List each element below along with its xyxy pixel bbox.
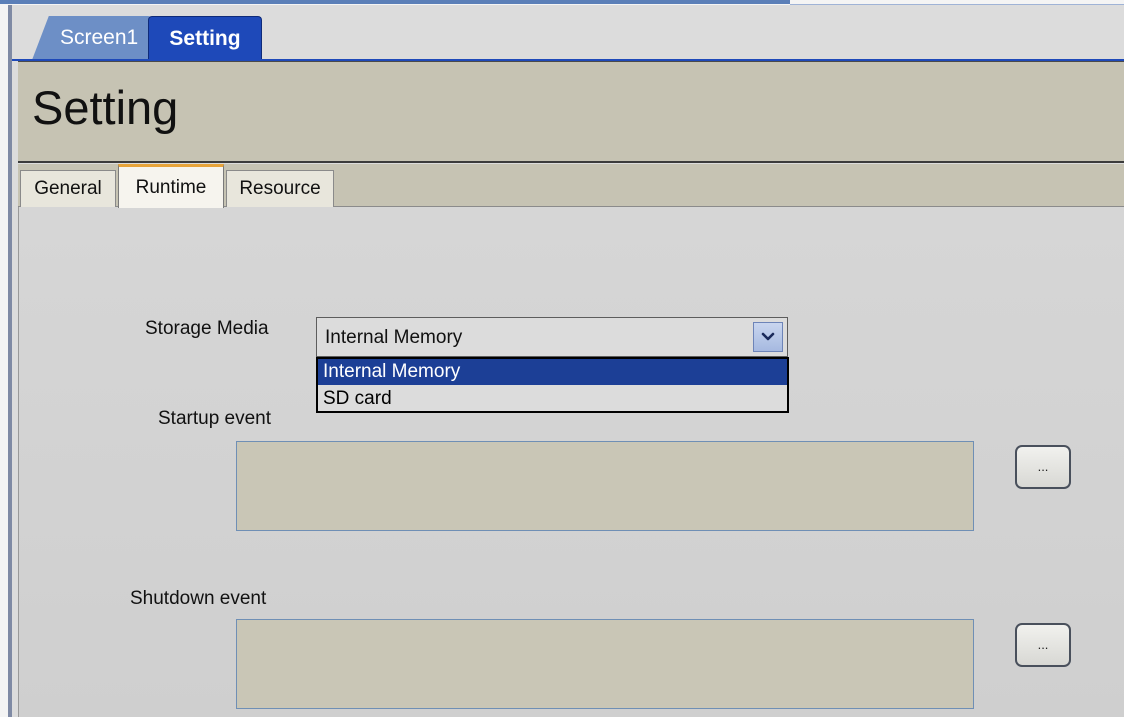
shutdown-event-field[interactable] <box>236 619 974 709</box>
startup-event-label: Startup event <box>158 408 272 429</box>
storage-media-label: Storage Media <box>145 318 269 339</box>
tab-runtime[interactable]: Runtime <box>118 164 224 208</box>
tab-resource[interactable]: Resource <box>226 170 334 207</box>
editor-frame-left-edge <box>8 5 12 717</box>
window-top-border <box>0 0 790 4</box>
tab-screen1[interactable]: Screen1 <box>32 16 152 60</box>
startup-event-field[interactable] <box>236 441 974 531</box>
shutdown-event-browse-button[interactable]: ... <box>1015 623 1071 667</box>
shutdown-event-label: Shutdown event <box>130 588 267 609</box>
storage-media-options: Internal Memory SD card <box>316 357 789 413</box>
storage-media-value: Internal Memory <box>325 327 463 348</box>
document-tab-strip: Screen1 Setting <box>12 8 1124 60</box>
dropdown-button[interactable] <box>753 322 783 352</box>
storage-media-select[interactable]: Internal Memory <box>316 317 788 357</box>
page-header: Setting <box>18 61 1124 163</box>
chevron-down-icon <box>761 332 775 341</box>
tab-general[interactable]: General <box>20 170 116 207</box>
option-sd-card[interactable]: SD card <box>318 386 787 412</box>
page-title: Setting <box>32 81 179 134</box>
startup-event-browse-button[interactable]: ... <box>1015 445 1071 489</box>
option-internal-memory[interactable]: Internal Memory <box>318 359 787 385</box>
tab-setting[interactable]: Setting <box>148 16 262 60</box>
